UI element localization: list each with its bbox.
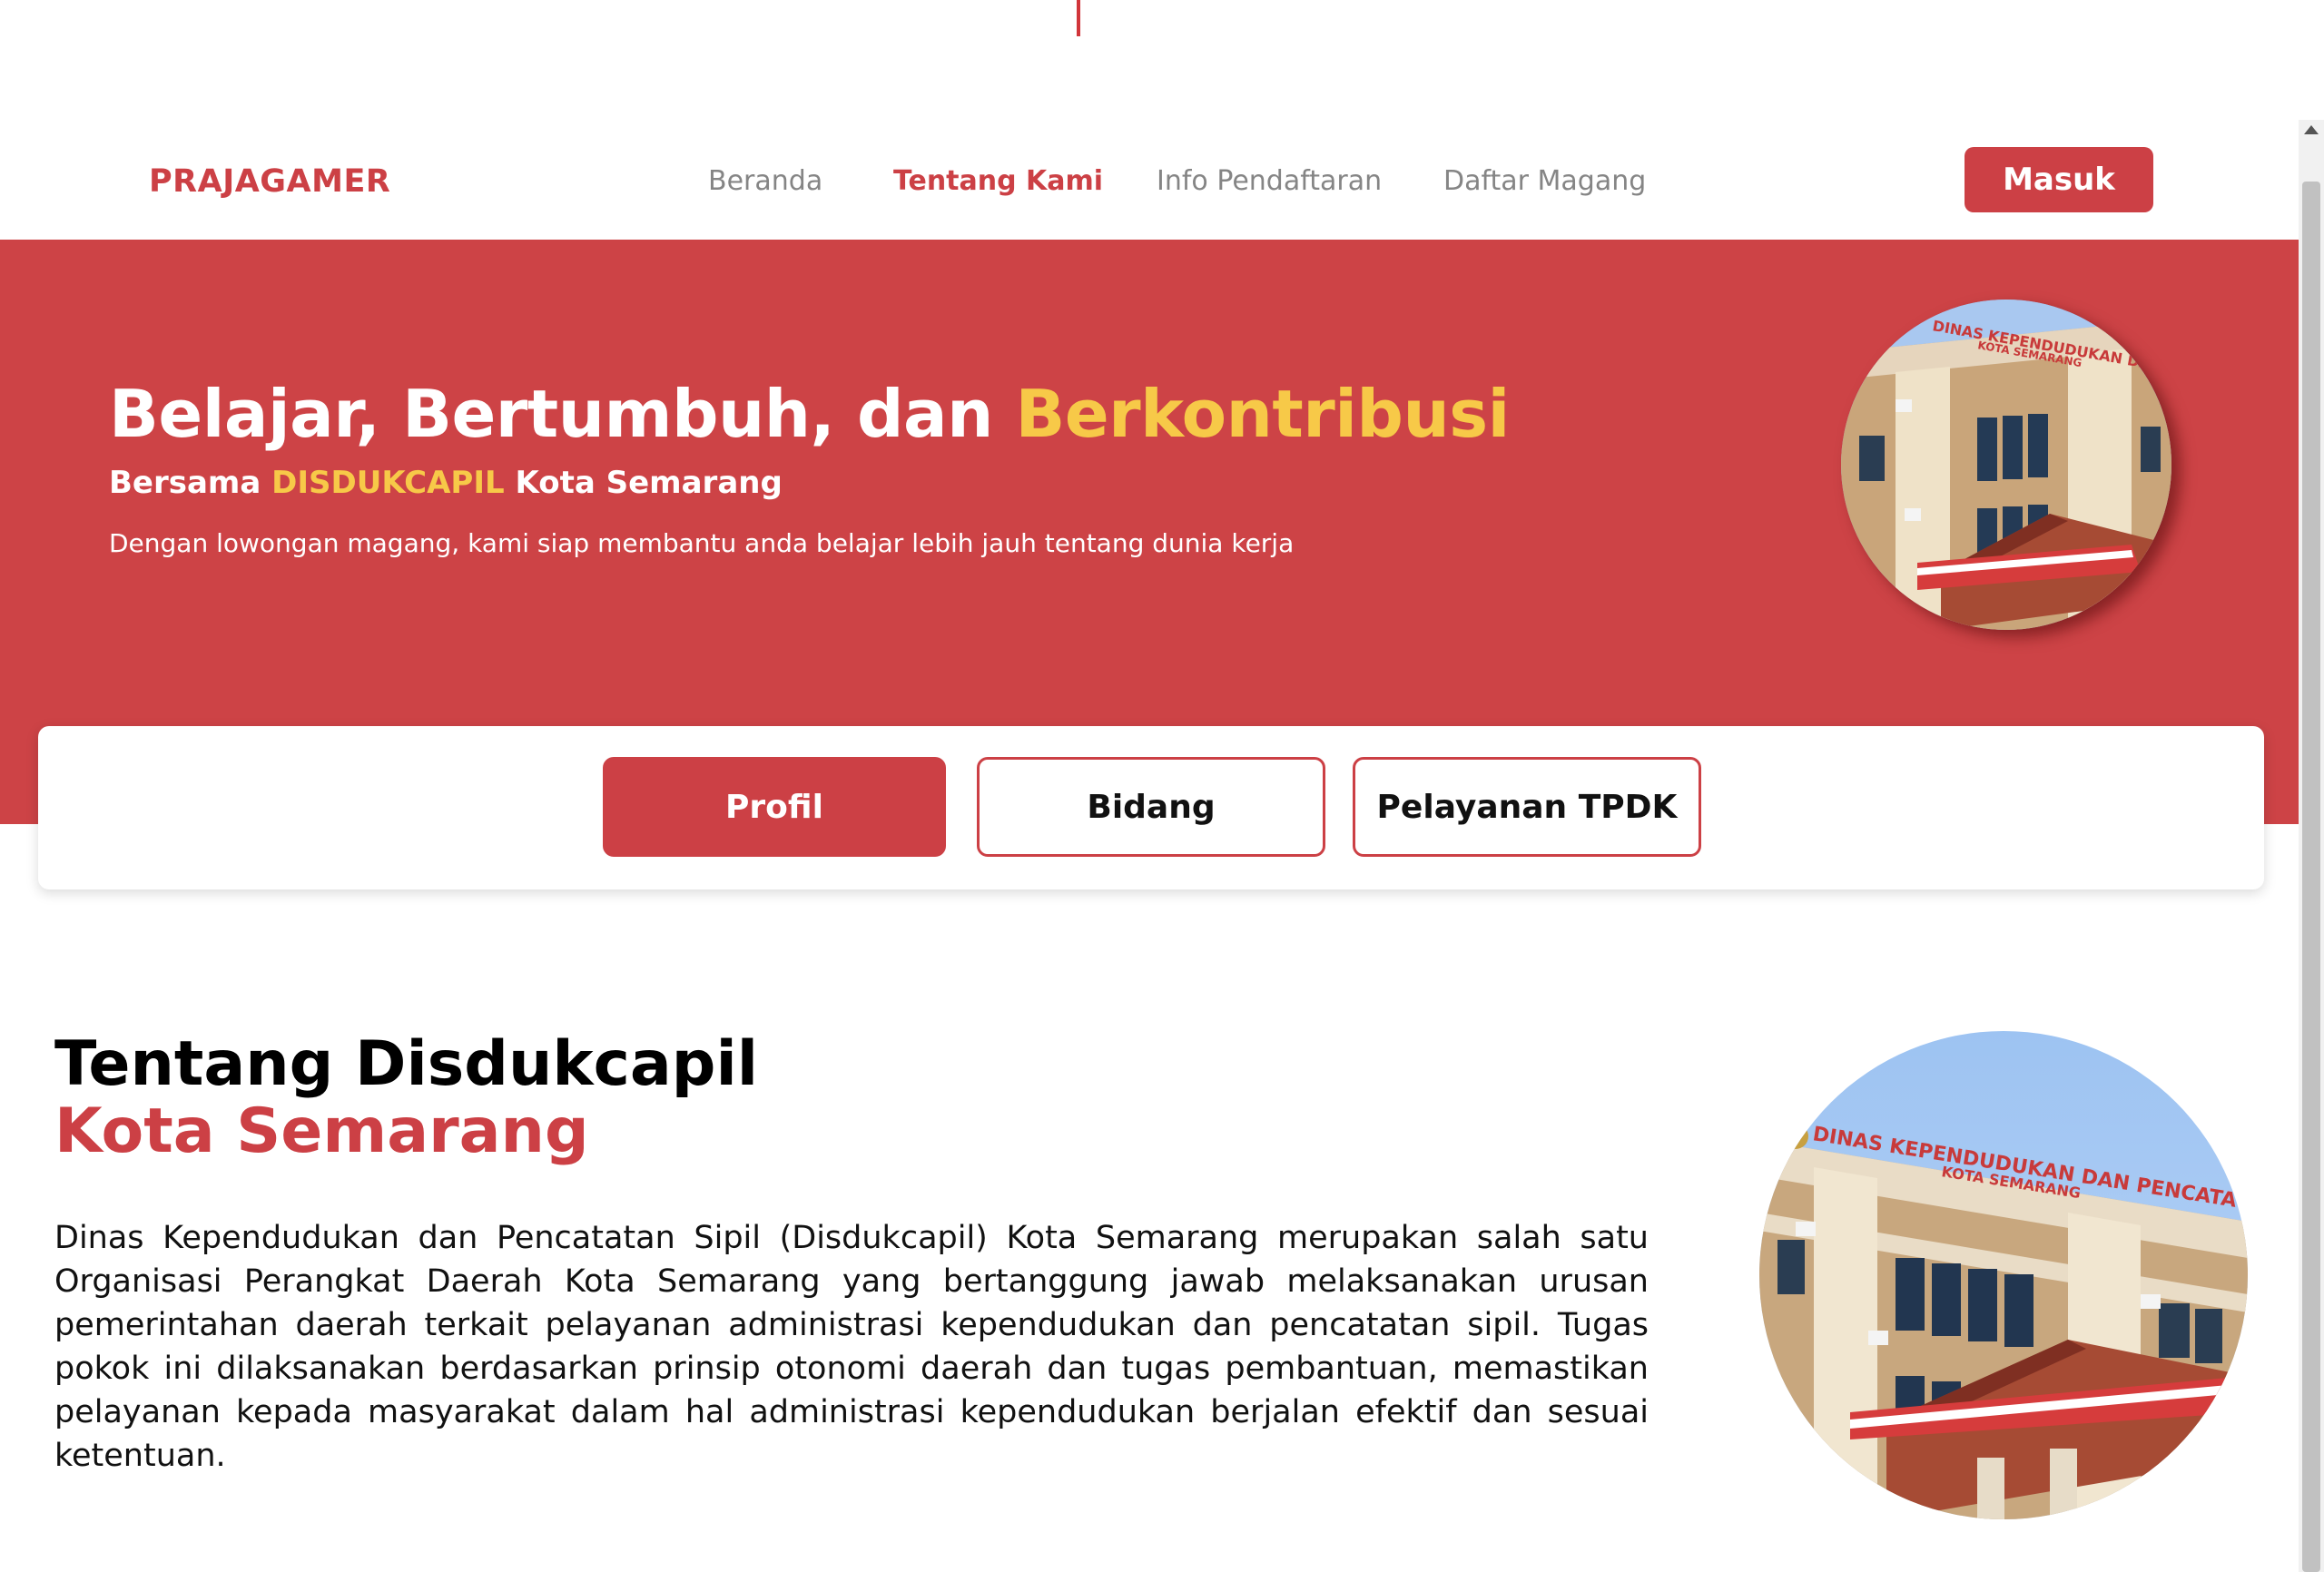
hero-title-main: Belajar, Bertumbuh, dan — [109, 376, 1016, 452]
hero-subtitle-suffix: Kota Semarang — [504, 465, 783, 501]
hero-title: Belajar, Bertumbuh, dan Berkontribusi — [109, 376, 1510, 452]
section-tabs: Profil Bidang Pelayanan TPDK — [38, 726, 2264, 889]
hero-subtitle: Bersama DISDUKCAPIL Kota Semarang — [109, 465, 783, 501]
tab-bidang[interactable]: Bidang — [977, 757, 1325, 857]
about-title-line2: Kota Semarang — [54, 1095, 589, 1167]
nav-link-info-pendaftaran[interactable]: Info Pendaftaran — [1157, 165, 1382, 197]
hero-subtitle-accent: DISDUKCAPIL — [271, 465, 505, 501]
nav-link-daftar-magang[interactable]: Daftar Magang — [1443, 165, 1646, 197]
brand-logo[interactable]: PRAJAGAMER — [149, 163, 390, 200]
scrollbar-thumb[interactable] — [2302, 182, 2320, 1572]
about-building-photo: DINAS KEPENDUDUKAN DAN PENCATATAN SIPIL … — [1759, 1031, 2248, 1519]
nav-link-tentang-kami[interactable]: Tentang Kami — [893, 165, 1103, 197]
about-body: Dinas Kependudukan dan Pencatatan Sipil … — [54, 1220, 1649, 1474]
text-cursor — [1077, 0, 1080, 36]
about-title: Tentang Disdukcapil Kota Semarang — [54, 1031, 758, 1165]
hero-building-photo: DINAS KEPENDUDUKAN DAN PENCATATAN SIPIL … — [1841, 300, 2171, 630]
hero-description: Dengan lowongan magang, kami siap memban… — [109, 528, 1295, 558]
scroll-up-arrow-icon[interactable] — [2304, 125, 2319, 134]
tab-profil[interactable]: Profil — [603, 757, 946, 857]
navbar: PRAJAGAMER Beranda Tentang Kami Info Pen… — [0, 123, 2299, 240]
tab-pelayanan-tpdk[interactable]: Pelayanan TPDK — [1353, 757, 1701, 857]
login-button[interactable]: Masuk — [1965, 147, 2153, 212]
nav-link-beranda[interactable]: Beranda — [708, 165, 822, 197]
hero-subtitle-prefix: Bersama — [109, 465, 272, 501]
hero-title-accent: Berkontribusi — [1015, 376, 1510, 452]
about-title-line1: Tentang Disdukcapil — [54, 1028, 759, 1100]
